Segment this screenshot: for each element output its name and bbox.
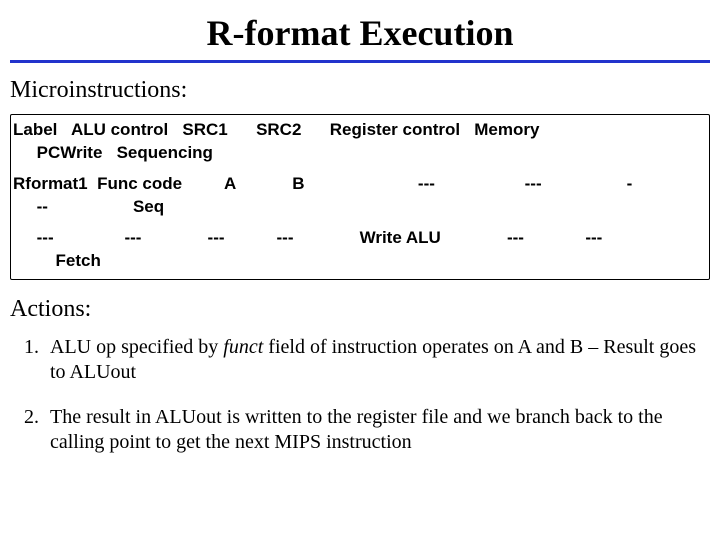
slide: R-format Execution Microinstructions: La… xyxy=(0,0,720,485)
microinstruction-table: Label ALU control SRC1 SRC2 Register con… xyxy=(10,114,710,280)
actions-heading: Actions: xyxy=(10,296,710,323)
actions-list: ALU op specified by funct field of instr… xyxy=(44,335,710,455)
table-header-line1: Label ALU control SRC1 SRC2 Register con… xyxy=(13,119,707,142)
title-rule xyxy=(10,60,710,63)
table-row-1-line1: Rformat1 Func code A B --- --- - xyxy=(13,173,707,196)
table-header-line2: PCWrite Sequencing xyxy=(13,142,707,165)
action-item-1: ALU op specified by funct field of instr… xyxy=(44,335,710,385)
page-title: R-format Execution xyxy=(10,12,710,54)
action-1-pre: ALU op specified by xyxy=(50,336,223,358)
table-row-2-line2: Fetch xyxy=(13,250,707,273)
action-item-2: The result in ALUout is written to the r… xyxy=(44,405,710,455)
table-row-2-line1: --- --- --- --- Write ALU --- --- xyxy=(13,227,707,250)
action-1-funct: funct xyxy=(223,336,263,358)
microinstructions-heading: Microinstructions: xyxy=(10,77,710,104)
table-row-1-line2: -- Seq xyxy=(13,196,707,219)
